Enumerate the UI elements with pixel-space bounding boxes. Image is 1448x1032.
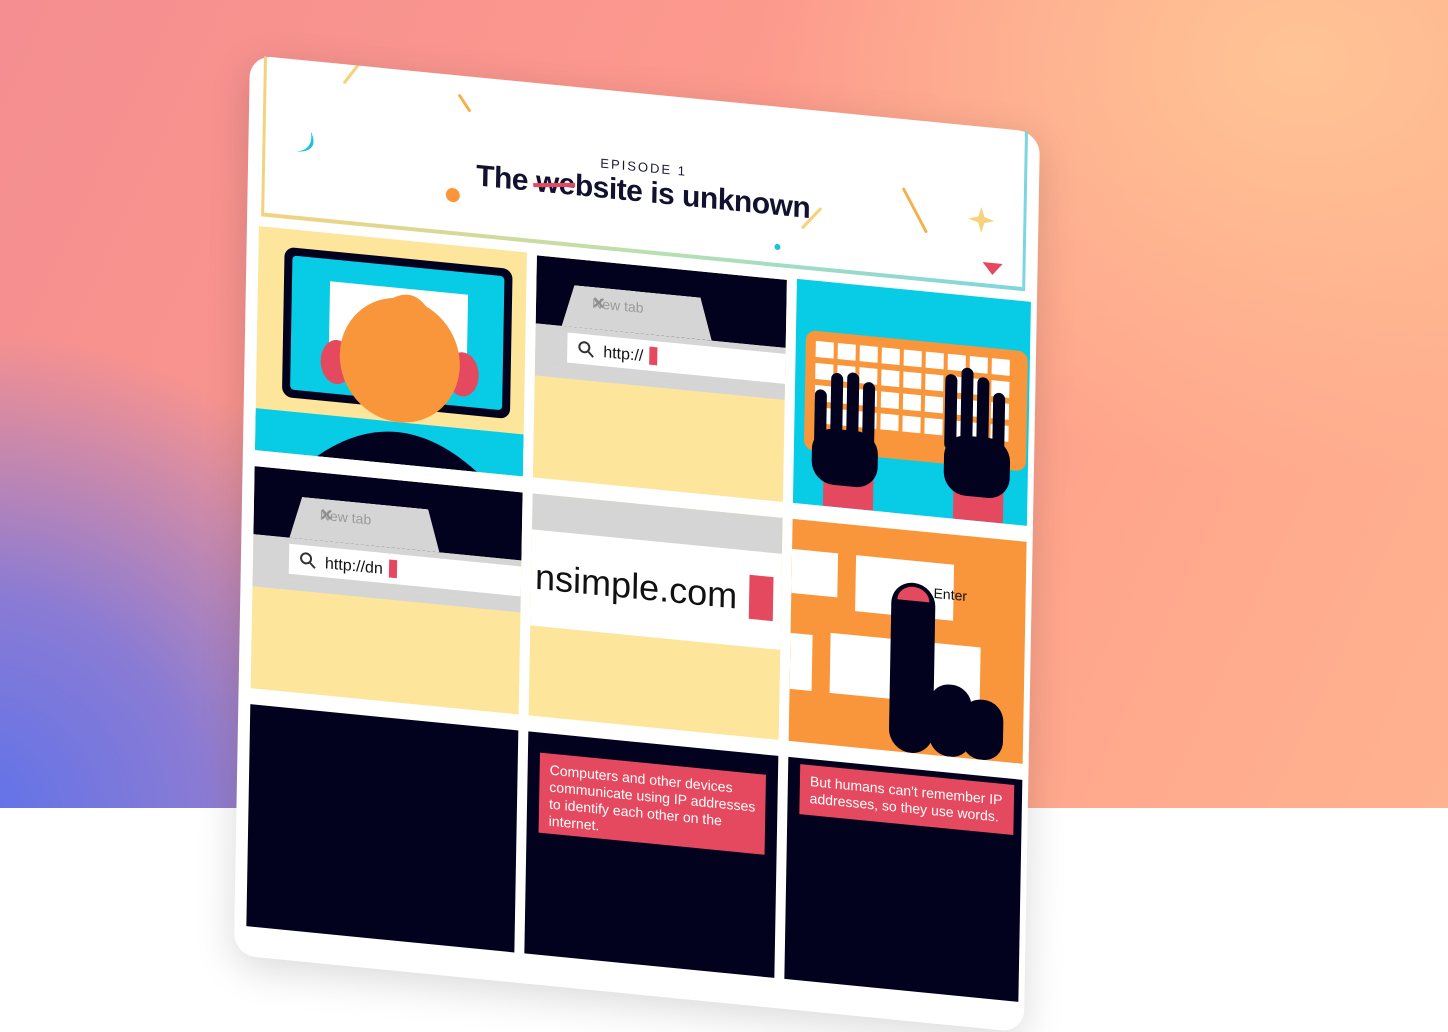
close-icon[interactable]: ✕ bbox=[592, 293, 686, 322]
zoomed-caret bbox=[748, 574, 774, 622]
zoomed-url-text: nsimple.com bbox=[534, 555, 738, 617]
search-icon bbox=[578, 341, 594, 358]
panel-typing-keyboard bbox=[792, 278, 1031, 526]
search-icon bbox=[300, 552, 316, 569]
url-text: http://dn bbox=[325, 553, 398, 580]
panel-caption-words: But humans can't remember IP addresses, … bbox=[784, 756, 1023, 1002]
comic-page: EPISODE 1 The website is unknown New tab… bbox=[233, 55, 1041, 1032]
panel-zoomed-url: nsimple.com bbox=[528, 493, 783, 740]
text-caret bbox=[649, 346, 658, 366]
text-caret bbox=[388, 559, 398, 579]
panel-person-at-monitor bbox=[254, 226, 527, 477]
panel-browser-typing-1: New tab ✕ http:// bbox=[532, 255, 787, 502]
panel-dark bbox=[246, 704, 519, 953]
url-text: http:// bbox=[603, 342, 658, 367]
monitor-scene-illustration bbox=[254, 247, 524, 477]
close-icon[interactable]: ✕ bbox=[320, 505, 414, 534]
enter-key-illustration bbox=[788, 547, 1004, 761]
panel-caption-ip-addresses: Computers and other devices communicate … bbox=[524, 731, 779, 978]
enter-key-label: Enter bbox=[933, 584, 968, 605]
caption-box: Computers and other devices communicate … bbox=[538, 752, 766, 855]
panel-press-enter: Enter bbox=[788, 518, 1027, 764]
panel-browser-typing-2: New tab ✕ http://dn bbox=[250, 466, 523, 715]
keyboard-hands-illustration bbox=[804, 330, 1028, 524]
